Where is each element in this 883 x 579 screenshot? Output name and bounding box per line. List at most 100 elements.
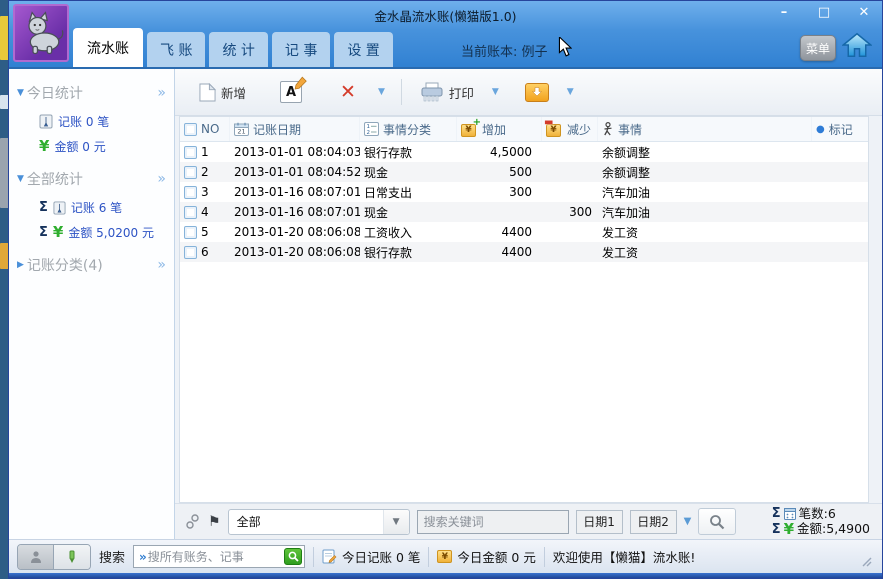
row-increase: 300 [509,185,532,199]
row-event: 汽车加油 [602,185,651,200]
minimize-button[interactable]: – [776,5,792,20]
collapsed-triangle-icon: ▶ [17,260,24,270]
table-row[interactable]: 4 2013-01-16 08:07:01 现金 300 汽车加油 [180,202,868,222]
sigma-icon: Σ [39,225,48,240]
close-button[interactable]: ✕ [856,5,872,20]
yuan-icon: ¥ [39,137,50,155]
export-button[interactable] [519,79,555,106]
column-header-mark[interactable]: ● 标记 [812,117,868,141]
calculator-icon [783,507,796,520]
edit-a-icon: A [280,76,307,103]
svg-text:21: 21 [237,128,245,136]
row-checkbox[interactable] [184,185,197,199]
tab-tongji[interactable]: 统 计 [209,32,268,67]
app-logo-cat-icon [13,4,69,62]
sigma-icon: Σ [771,521,781,537]
row-checkbox[interactable] [184,145,197,159]
app-window: 金水晶流水账(懒猫版1.0) – □ ✕ 流水账 飞 账 统 计 记 事 设 置… [8,0,883,579]
add-record-button[interactable]: 新增 [193,79,252,106]
row-checkbox[interactable] [184,245,197,259]
select-all-checkbox[interactable] [184,122,197,136]
row-increase: 4400 [501,245,532,259]
menu-button[interactable]: 菜单 [800,35,836,61]
magnifier-icon [710,514,725,529]
chevrons-icon: » [139,549,147,564]
row-checkbox[interactable] [184,165,197,179]
filter-search-button[interactable] [698,508,737,535]
maximize-button[interactable]: □ [816,5,832,20]
edit-record-button[interactable]: A [274,76,308,107]
column-header-event[interactable]: 事情 [598,117,812,141]
row-event: 发工资 [602,225,639,240]
flag-icon[interactable]: ⚑ [208,514,221,530]
section-title: 全部统计 [26,172,83,188]
row-checkbox[interactable] [184,225,197,239]
row-category: 银行存款 [364,145,413,160]
sidebar: ▼ 今日统计 » 记账 0 笔 ¥ 金额 0 元 ▼ 全部统计 » Σ 记账 6… [9,69,175,539]
tab-shezhi[interactable]: 设 置 [334,32,393,67]
table-row[interactable]: 6 2013-01-20 08:06:08 银行存款 4400 发工资 [180,242,868,262]
date1-button[interactable]: 日期1 [575,509,623,534]
tab-jishi[interactable]: 记 事 [271,32,331,67]
print-button[interactable]: 打印 [414,78,480,106]
resize-grip[interactable] [860,555,874,573]
global-search-input[interactable] [147,549,285,564]
view-mode-buttons [17,543,91,570]
sidebar-section-all-stats[interactable]: ▼ 全部统计 » [9,165,174,193]
export-dropdown-arrow[interactable]: ▼ [563,85,578,99]
combo-dropdown-arrow[interactable]: ▼ [382,509,409,534]
blue-dot-icon: ● [816,123,825,135]
column-header-increase[interactable]: ¥ + 增加 [457,117,542,141]
column-header-date[interactable]: 21 记账日期 [230,117,360,141]
export-down-icon [524,82,549,102]
row-number: 3 [201,185,209,199]
row-date: 2013-01-01 08:04:52 [234,165,360,179]
row-decrease: 300 [569,205,592,219]
mouse-cursor [558,37,572,57]
delete-record-button[interactable]: ✕ [330,79,366,106]
status-bar: 搜索 » 今日记账 0 笔 ¥ 今日金额 0 元 [9,539,882,573]
delete-dropdown-arrow[interactable]: ▼ [374,85,389,99]
table-row[interactable]: 5 2013-01-20 08:06:08 工资收入 4400 发工资 [180,222,868,242]
expanded-triangle-icon: ▼ [17,88,24,98]
records-table: NO 21 记账日期 1 2 事情分类 ¥ + 增加 ¥ ▬ 减少 事情 ● 标… [179,116,869,503]
all-entries-stat: Σ 记账 6 笔 [39,200,123,215]
scope-select[interactable]: 全部 ▼ [227,508,410,535]
row-increase: 4400 [501,225,532,239]
home-icon[interactable] [841,31,874,61]
print-dropdown-arrow[interactable]: ▼ [488,85,503,99]
chevrons-icon[interactable]: » [157,85,165,101]
column-header-category[interactable]: 1 2 事情分类 [360,117,457,141]
person-view-button[interactable] [18,544,54,569]
toolbar-divider [400,79,402,105]
row-category: 银行存款 [364,245,413,260]
row-checkbox[interactable] [184,205,197,219]
pen-view-button[interactable] [54,544,90,569]
delete-x-icon: ✕ [340,80,356,103]
sidebar-section-categories[interactable]: ▶ 记账分类(4) » [9,251,174,279]
keyword-search-input[interactable] [416,509,569,534]
search-go-button[interactable] [284,548,303,565]
new-document-icon [199,82,216,101]
printer-icon [421,82,443,102]
row-category: 现金 [364,165,389,180]
table-row[interactable]: 2 2013-01-01 08:04:52 现金 500 余额调整 [180,162,868,182]
row-number: 1 [201,145,209,159]
chevrons-icon[interactable]: » [157,171,165,187]
tab-feizhang[interactable]: 飞 账 [147,32,206,67]
filtered-amount-stat: Σ ¥ 金额:5,4900 [771,519,870,538]
column-header-no[interactable]: NO [180,117,230,141]
sidebar-section-today-stats[interactable]: ▼ 今日统计 » [9,79,174,107]
date-dropdown-arrow[interactable]: ▼ [684,516,692,527]
status-divider [428,546,430,567]
row-event: 余额调整 [602,145,651,160]
column-header-decrease[interactable]: ¥ ▬ 减少 [542,117,598,141]
date2-button[interactable]: 日期2 [629,509,677,534]
chevrons-icon[interactable]: » [157,257,165,273]
row-date: 2013-01-20 08:06:08 [234,245,360,259]
expanded-triangle-icon: ▼ [17,174,24,184]
tab-liushuizhang[interactable]: 流水账 [73,28,143,67]
table-body: 1 2013-01-01 08:04:03 银行存款 4,5000 余额调整 2… [180,142,868,502]
table-row[interactable]: 3 2013-01-16 08:07:01 日常支出 300 汽车加油 [180,182,868,202]
table-row[interactable]: 1 2013-01-01 08:04:03 银行存款 4,5000 余额调整 [180,142,868,162]
